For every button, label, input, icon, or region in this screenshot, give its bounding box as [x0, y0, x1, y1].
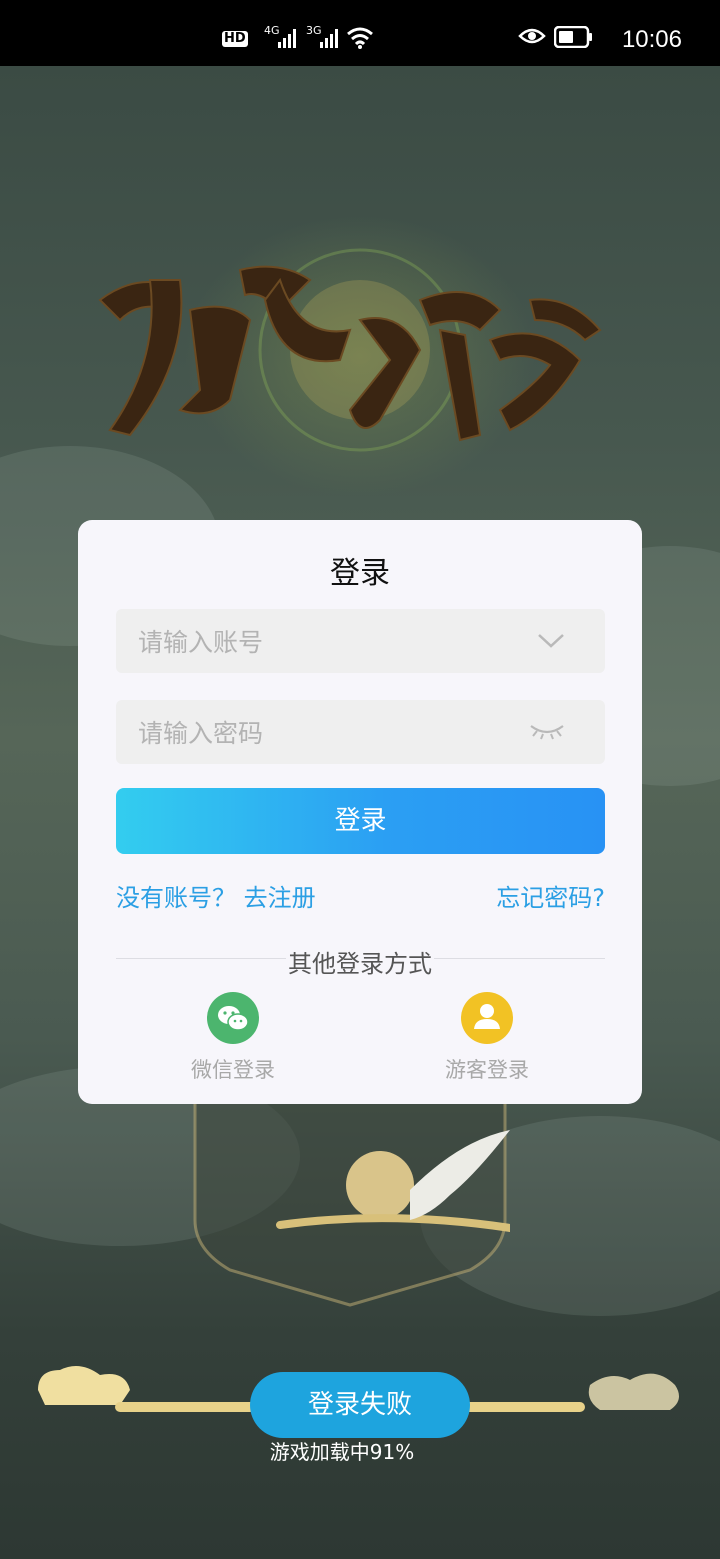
- wechat-login-button[interactable]: 微信登录: [173, 992, 293, 1084]
- game-login-screen: HD 4G 3G 10:06 登录 请输入账号 登录 没有账号？ 去注册 忘记密…: [0, 0, 720, 1559]
- password-input[interactable]: [136, 700, 520, 766]
- hd-badge: HD: [222, 31, 248, 47]
- cell-signal-icon: [320, 28, 340, 48]
- cell-signal-icon: [278, 28, 298, 48]
- guest-user-icon[interactable]: [461, 992, 513, 1044]
- eye-closed-icon[interactable]: [529, 722, 565, 740]
- battery-icon: [554, 26, 592, 48]
- crane-medallion-art: [193, 1090, 510, 1307]
- account-input[interactable]: [136, 609, 520, 675]
- other-login-methods-label: 其他登录方式: [286, 950, 434, 978]
- login-button[interactable]: 登录: [116, 788, 605, 854]
- status-bar: HD 4G 3G 10:06: [0, 0, 720, 66]
- forgot-password-link[interactable]: 忘记密码?: [496, 878, 605, 913]
- clock-time: 10:06: [621, 26, 682, 53]
- loading-progress-text: 游戏加载中91%: [269, 1440, 415, 1464]
- wifi-icon: [347, 27, 373, 49]
- guest-login-button[interactable]: 游客登录: [427, 992, 547, 1084]
- wechat-icon[interactable]: [207, 992, 259, 1044]
- password-field[interactable]: [116, 700, 605, 766]
- chevron-down-icon[interactable]: [537, 633, 565, 649]
- guest-login-label: 游客登录: [445, 1058, 529, 1082]
- wechat-login-label: 微信登录: [191, 1058, 275, 1082]
- login-dialog: 登录 登录 没有账号？ 去注册 忘记密码? 其他登录方式: [78, 520, 642, 1104]
- login-failed-button[interactable]: 登录失败: [250, 1372, 470, 1438]
- game-logo: [98, 248, 602, 452]
- eye-comfort-icon: [518, 28, 546, 44]
- register-link[interactable]: 没有账号？ 去注册: [116, 878, 316, 913]
- account-field[interactable]: [116, 609, 605, 675]
- login-title: 登录: [330, 556, 390, 591]
